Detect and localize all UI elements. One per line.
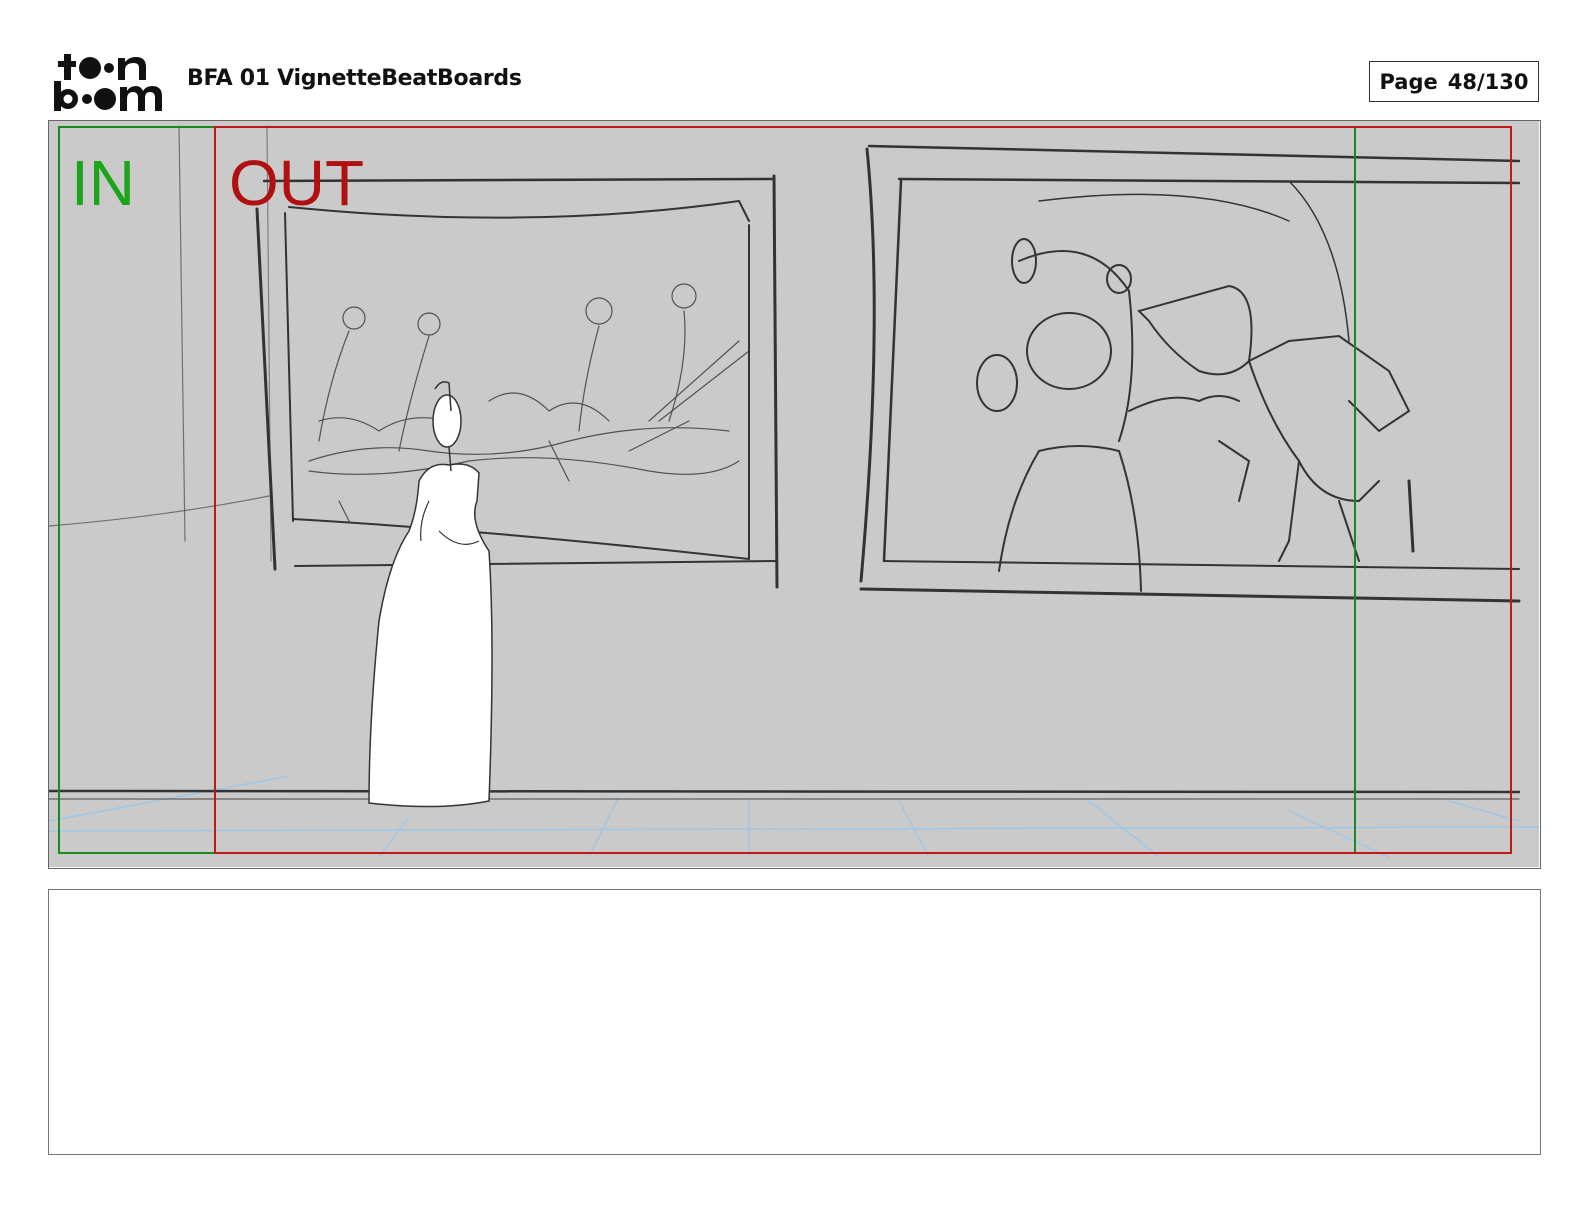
- page-number: 48/130: [1447, 69, 1529, 94]
- out-label: OUT: [229, 147, 364, 219]
- panel-sketch: IN OUT: [49, 121, 1539, 867]
- page-label: Page: [1379, 69, 1438, 94]
- in-label: IN: [71, 147, 135, 219]
- caption-box[interactable]: [48, 889, 1541, 1155]
- toon-boom-logo: [50, 50, 166, 112]
- page-indicator: Page 48/130: [1369, 61, 1539, 102]
- storyboard-panel[interactable]: IN OUT: [48, 120, 1541, 869]
- project-title: BFA 01 VignetteBeatBoards: [187, 66, 522, 91]
